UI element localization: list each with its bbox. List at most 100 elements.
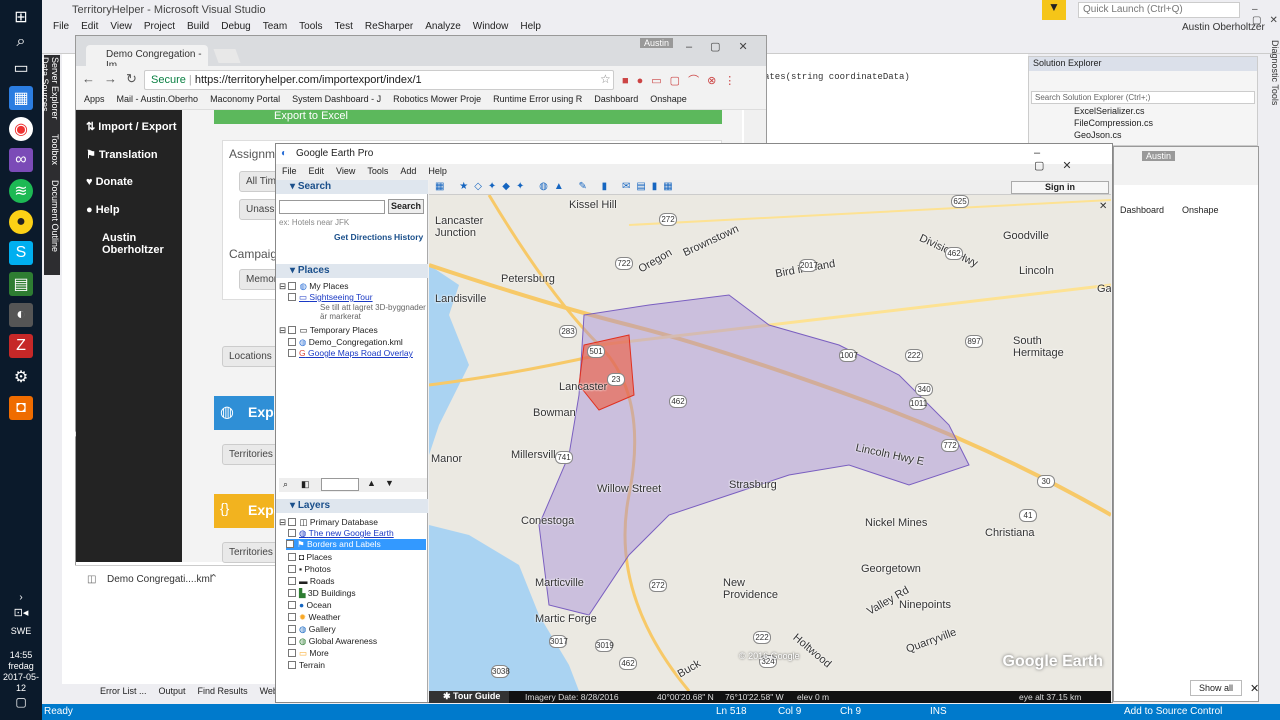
checkbox[interactable] xyxy=(288,613,296,621)
ge-menu-add[interactable]: Add xyxy=(394,164,422,180)
checkbox[interactable] xyxy=(288,293,296,301)
checkbox[interactable] xyxy=(288,529,296,537)
bookmark-maconomy[interactable]: Maconomy Portal xyxy=(210,94,280,109)
locations-button[interactable]: Locations xyxy=(222,346,279,367)
layer-borders[interactable]: ⚑ Borders and Labels xyxy=(286,539,426,550)
layer-more[interactable]: ▭ More xyxy=(288,648,329,659)
layer-new-earth[interactable]: ◍ The new Google Earth xyxy=(288,528,394,539)
file-explorer-icon[interactable]: ▦ xyxy=(9,86,33,110)
bookmark-runtime-error[interactable]: Runtime Error using R xyxy=(493,94,582,109)
vs-menu-view[interactable]: View xyxy=(104,20,138,36)
settings-icon[interactable]: ⚙ xyxy=(9,365,33,389)
visual-studio-icon[interactable]: ∞ xyxy=(9,148,33,172)
layer-terrain[interactable]: Terrain xyxy=(288,660,325,670)
panel-icon[interactable]: ◧ xyxy=(301,479,310,490)
checkbox[interactable] xyxy=(288,649,296,657)
filter-icon[interactable]: ▼ xyxy=(1042,0,1066,20)
solution-item[interactable]: ExcelSerializer.cs xyxy=(1029,106,1257,118)
checkbox[interactable] xyxy=(288,553,296,561)
checkbox[interactable] xyxy=(286,540,294,548)
solution-item[interactable]: FileCompression.cs xyxy=(1029,118,1257,130)
history-link[interactable]: History xyxy=(394,232,423,242)
tree-demo-kml[interactable]: ◍ Demo_Congregation.kml xyxy=(288,337,403,348)
nav-user[interactable]: Austin Oberholtzer xyxy=(86,232,166,256)
ge-menu-help[interactable]: Help xyxy=(422,164,453,180)
vs-menu-analyze[interactable]: Analyze xyxy=(419,20,467,36)
ge-menu-edit[interactable]: Edit xyxy=(303,164,331,180)
tree-my-places[interactable]: ⊟ ◍ My Places xyxy=(279,281,349,292)
layer-roads[interactable]: ▬ Roads xyxy=(288,576,334,586)
checkbox[interactable] xyxy=(288,282,297,290)
layer-ocean[interactable]: ● Ocean xyxy=(288,600,332,610)
bookmark-mail[interactable]: Mail - Austin.Oberho xyxy=(117,94,199,109)
layer-gallery[interactable]: ◍ Gallery xyxy=(288,624,336,635)
bookmark-apps[interactable]: Apps xyxy=(84,94,105,109)
browser2-user[interactable]: Austin xyxy=(1142,151,1176,161)
checkbox[interactable] xyxy=(288,577,296,585)
browser2-bookmark-onshape[interactable]: Onshape xyxy=(1182,205,1219,215)
quick-launch-input[interactable]: Quick Launch (Ctrl+Q) xyxy=(1078,2,1240,18)
error-list-tab[interactable]: Error List ... xyxy=(100,686,147,700)
layer-places[interactable]: ◘ Places xyxy=(288,552,332,562)
territories-button-2[interactable]: Territories xyxy=(222,542,280,563)
nav-translation[interactable]: ⚑ Translation xyxy=(86,148,158,161)
new-tab-button[interactable] xyxy=(213,49,241,63)
url-input[interactable]: Secure | https://territoryhelper.com/imp… xyxy=(144,70,614,90)
map-view[interactable]: Kissel Hill Lancaster Junction Oregon Br… xyxy=(429,195,1111,691)
task-view-icon[interactable]: ▭ xyxy=(9,56,33,80)
tree-sightseeing[interactable]: ▭ Sightseeing Tour xyxy=(288,292,373,303)
toolbox-tab[interactable]: Toolbox xyxy=(50,134,60,165)
vs-menu-project[interactable]: Project xyxy=(138,20,181,36)
nav-donate[interactable]: ♥ Donate xyxy=(86,176,133,188)
vs-user-name[interactable]: Austin Oberholtzer xyxy=(1182,22,1265,33)
spotify-icon[interactable]: ≋ xyxy=(9,179,33,203)
diagnostic-tools-tab[interactable]: Diagnostic Tools xyxy=(1260,40,1280,160)
find-results-tab[interactable]: Find Results xyxy=(198,686,248,700)
clock-time[interactable]: 14:55 xyxy=(0,650,42,661)
checkbox[interactable] xyxy=(288,625,296,633)
checkbox[interactable] xyxy=(288,565,296,573)
close-icon[interactable]: ✕ xyxy=(1099,201,1107,212)
app-orange-icon[interactable]: ◘ xyxy=(9,396,33,420)
checkbox[interactable] xyxy=(288,589,296,597)
language-indicator[interactable]: SWE xyxy=(0,626,42,637)
notifications-icon[interactable]: ▢ xyxy=(9,690,33,714)
vs-menu-edit[interactable]: Edit xyxy=(75,20,104,36)
download-item[interactable]: Demo Congregati....kml xyxy=(107,574,212,585)
vs-menu-window[interactable]: Window xyxy=(467,20,515,36)
vs-menu-test[interactable]: Test xyxy=(329,20,359,36)
bookmark-dashboard[interactable]: Dashboard xyxy=(594,94,638,109)
ge-tool-icons[interactable]: ▦ ★◇✦◆✦ ◍▲ ✎ ▮ ✉▤▮▦ xyxy=(435,181,679,192)
network-volume-icon[interactable]: ⊡◂ xyxy=(9,600,33,624)
chevron-up-icon[interactable]: ⌃ xyxy=(209,572,218,585)
ge-search-button[interactable]: Search xyxy=(388,199,424,214)
vs-menu-tools[interactable]: Tools xyxy=(293,20,328,36)
solution-search-input[interactable]: Search Solution Explorer (Ctrl+;) xyxy=(1031,91,1255,104)
search-section-header[interactable]: ▾ Search xyxy=(276,180,428,194)
places-section-header[interactable]: ▾ Places xyxy=(276,264,428,278)
data-sources-tab[interactable]: Data Sources xyxy=(40,57,50,112)
skype-icon[interactable]: S xyxy=(9,241,33,265)
chrome-tab[interactable]: Demo Congregation - Im xyxy=(86,45,208,71)
chrome-window-controls[interactable]: –▢✕ xyxy=(686,40,766,53)
filezilla-icon[interactable]: Z xyxy=(9,334,33,358)
bookmark-robotics[interactable]: Robotics Mower Proje xyxy=(393,94,481,109)
server-explorer-tab[interactable]: Server Explorer xyxy=(50,57,60,120)
vs-menu-debug[interactable]: Debug xyxy=(215,20,256,36)
search-icon[interactable]: ⌕ xyxy=(283,479,288,490)
tree-temporary-places[interactable]: ⊟ ▭ Temporary Places xyxy=(279,325,378,336)
ge-menu-tools[interactable]: Tools xyxy=(361,164,394,180)
ge-window-controls[interactable]: –▢✕ xyxy=(1034,147,1112,172)
checkbox[interactable] xyxy=(288,601,296,609)
sign-in-button[interactable]: Sign in xyxy=(1011,181,1109,194)
checkbox[interactable] xyxy=(288,661,296,669)
show-all-button[interactable]: Show all xyxy=(1190,680,1242,696)
ge-menu-view[interactable]: View xyxy=(330,164,361,180)
checkbox[interactable] xyxy=(288,338,296,346)
layer-photos[interactable]: ▪ Photos xyxy=(288,564,331,574)
move-up-icon[interactable]: ▲ xyxy=(367,478,376,488)
get-directions-link[interactable]: Get Directions xyxy=(334,232,392,242)
solution-item[interactable]: GeoJson.cs xyxy=(1029,130,1257,142)
bookmark-system-dashboard[interactable]: System Dashboard - J xyxy=(292,94,381,109)
territories-button-1[interactable]: Territories xyxy=(222,444,280,465)
